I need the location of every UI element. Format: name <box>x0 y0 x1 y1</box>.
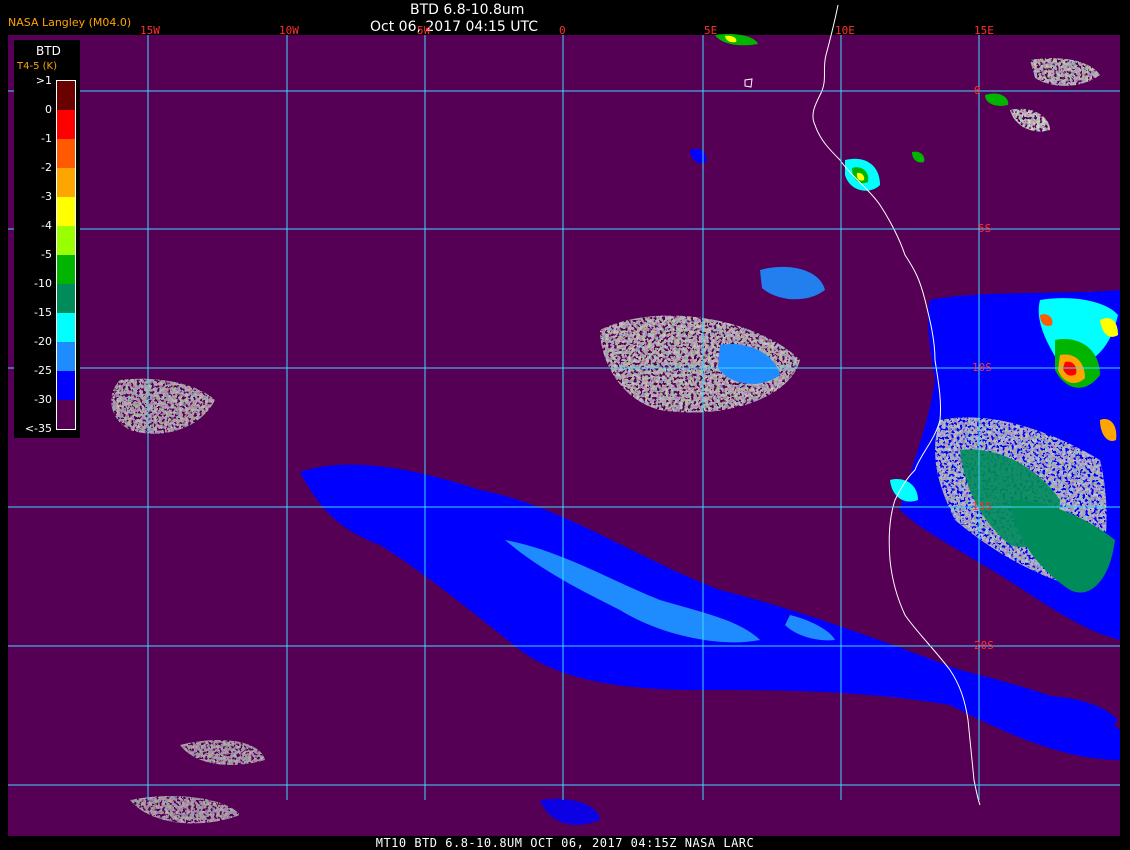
data-credit: NASA Langley (M04.0) <box>8 16 132 29</box>
legend-label: -1 <box>41 132 52 145</box>
legend-swatch <box>57 168 75 197</box>
longitude-label: 10W <box>279 24 299 37</box>
legend-label: -30 <box>34 393 52 406</box>
legend-swatch <box>57 342 75 371</box>
legend-label: -3 <box>41 190 52 203</box>
legend-label: -25 <box>34 364 52 377</box>
legend-swatch <box>57 255 75 284</box>
legend-colorbar <box>56 80 76 430</box>
legend-label: 0 <box>45 103 52 116</box>
legend-swatch <box>57 313 75 342</box>
longitude-label: 5E <box>704 24 718 37</box>
legend-label: >1 <box>35 74 52 87</box>
longitude-label: 10E <box>835 24 855 37</box>
legend-swatch <box>57 284 75 313</box>
legend-label: -5 <box>41 248 52 261</box>
btd-satellite-map <box>0 0 1130 850</box>
longitude-label: 5W <box>417 24 431 37</box>
legend-swatch <box>57 371 75 400</box>
legend-label: -20 <box>34 335 52 348</box>
legend-title: BTD <box>36 44 61 58</box>
map-timestamp: Oct 06, 2017 04:15 UTC <box>370 19 538 35</box>
legend-label: -2 <box>41 161 52 174</box>
longitude-label: 15E <box>974 24 994 37</box>
legend-label: <-35 <box>24 422 52 435</box>
longitude-label: 0 <box>559 24 566 37</box>
footer-caption: MT10 BTD 6.8-10.8UM OCT 06, 2017 04:15Z … <box>375 836 755 850</box>
legend-swatch <box>57 400 75 429</box>
color-legend: BTD T4-5 (K) >1 0 -1 -2 -3 -4 -5 -10 -15 -20 -25 -3… <box>14 40 80 438</box>
legend-label: -4 <box>41 219 52 232</box>
legend-label: -10 <box>34 277 52 290</box>
latitude-label: 10S <box>972 361 992 374</box>
legend-swatch <box>57 197 75 226</box>
legend-label: -15 <box>34 306 52 319</box>
legend-units: T4-5 (K) <box>17 61 57 72</box>
latitude-label: 0 <box>974 84 981 97</box>
latitude-label: 15S <box>972 500 992 513</box>
map-title: BTD 6.8-10.8um <box>410 2 525 18</box>
legend-swatch <box>57 226 75 255</box>
legend-swatch <box>57 139 75 168</box>
latitude-label: 5S <box>978 222 992 235</box>
legend-swatch <box>57 81 75 110</box>
latitude-label: 20S <box>974 639 994 652</box>
longitude-label: 15W <box>140 24 160 37</box>
legend-swatch <box>57 110 75 139</box>
